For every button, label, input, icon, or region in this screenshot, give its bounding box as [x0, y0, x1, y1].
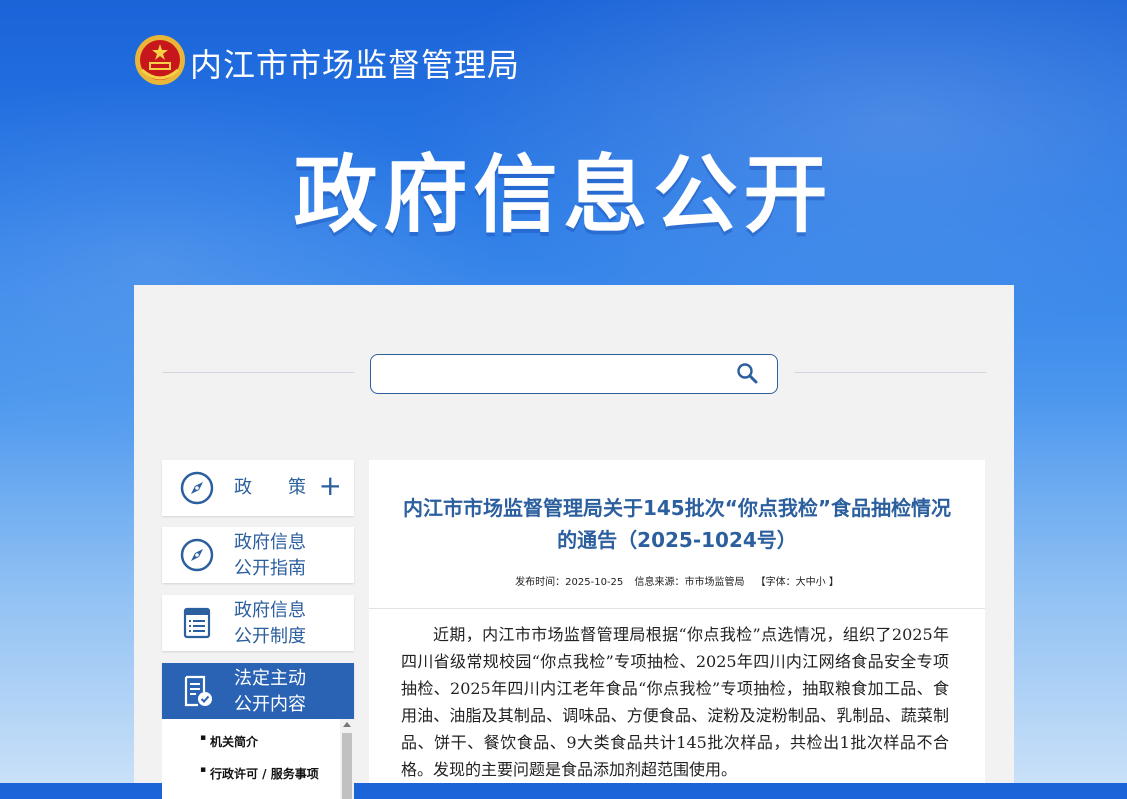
submenu-scrollbar[interactable]: [340, 719, 354, 799]
submenu-item-licensing-services[interactable]: 行政许可 / 服务事项: [200, 765, 319, 782]
sidebar-item-disclosure-guide[interactable]: 政府信息 公开指南: [162, 527, 354, 583]
search-input[interactable]: [381, 361, 725, 387]
site-name[interactable]: 内江市市场监督管理局: [190, 40, 520, 86]
sidebar-item-statutory-content[interactable]: 法定主动 公开内容: [162, 663, 354, 719]
article-title: 内江市市场监督管理局关于145批次“你点我检”食品抽检情况的通告（2025-10…: [402, 496, 952, 552]
sidebar-item-label-line2: 公开内容: [234, 694, 306, 715]
sidebar-item-policy[interactable]: 政 策 +: [162, 460, 354, 516]
publish-date: 发布时间：2025-10-25: [515, 577, 624, 588]
expand-plus-icon[interactable]: +: [319, 470, 342, 502]
national-emblem-logo[interactable]: [134, 34, 186, 86]
scroll-up-arrow-icon[interactable]: [343, 722, 351, 727]
article-divider: [369, 608, 985, 609]
sidebar-item-disclosure-system[interactable]: 政府信息 公开制度: [162, 595, 354, 651]
font-size-switcher[interactable]: 【字体：大中小 】: [756, 577, 839, 588]
compass-icon: [180, 471, 214, 505]
info-source: 信息来源：市市场监管局: [634, 577, 745, 588]
search-divider-left: [162, 372, 354, 373]
submenu-item-agency-profile[interactable]: 机关简介: [200, 733, 258, 750]
sidebar-submenu: 机关简介 行政许可 / 服务事项: [162, 719, 354, 799]
compass-icon: [180, 538, 214, 572]
search-box: [370, 354, 778, 394]
article-body: 近期，内江市市场监督管理局根据“你点我检”点选情况，组织了2025年四川省级常规…: [401, 625, 949, 779]
article-panel: 内江市市场监督管理局关于145批次“你点我检”食品抽检情况的通告（2025-10…: [369, 460, 985, 783]
search-icon[interactable]: [735, 361, 759, 385]
banner-title: 政府信息公开: [293, 146, 834, 244]
sidebar-item-label-line1: 政府信息: [234, 600, 306, 621]
main-panel: 政 策 + 政府信息 公开指南 政府信息 公开制度 法定主动 公开内容 ▪ 机关…: [134, 285, 1014, 799]
article-meta: 发布时间：2025-10-25 信息来源：市市场监管局 【字体：大中小 】: [369, 573, 985, 588]
sidebar-item-label: 政 策: [234, 477, 306, 498]
scrollbar-thumb[interactable]: [342, 733, 352, 799]
sidebar-item-label-line2: 公开指南: [234, 558, 306, 579]
document-list-icon: [183, 607, 211, 639]
sidebar-item-label-line1: 法定主动: [234, 668, 306, 689]
sidebar-item-label-line1: 政府信息: [234, 532, 306, 553]
sidebar-item-label-line2: 公开制度: [234, 626, 306, 647]
document-check-icon: [184, 675, 212, 707]
search-divider-right: [794, 372, 986, 373]
